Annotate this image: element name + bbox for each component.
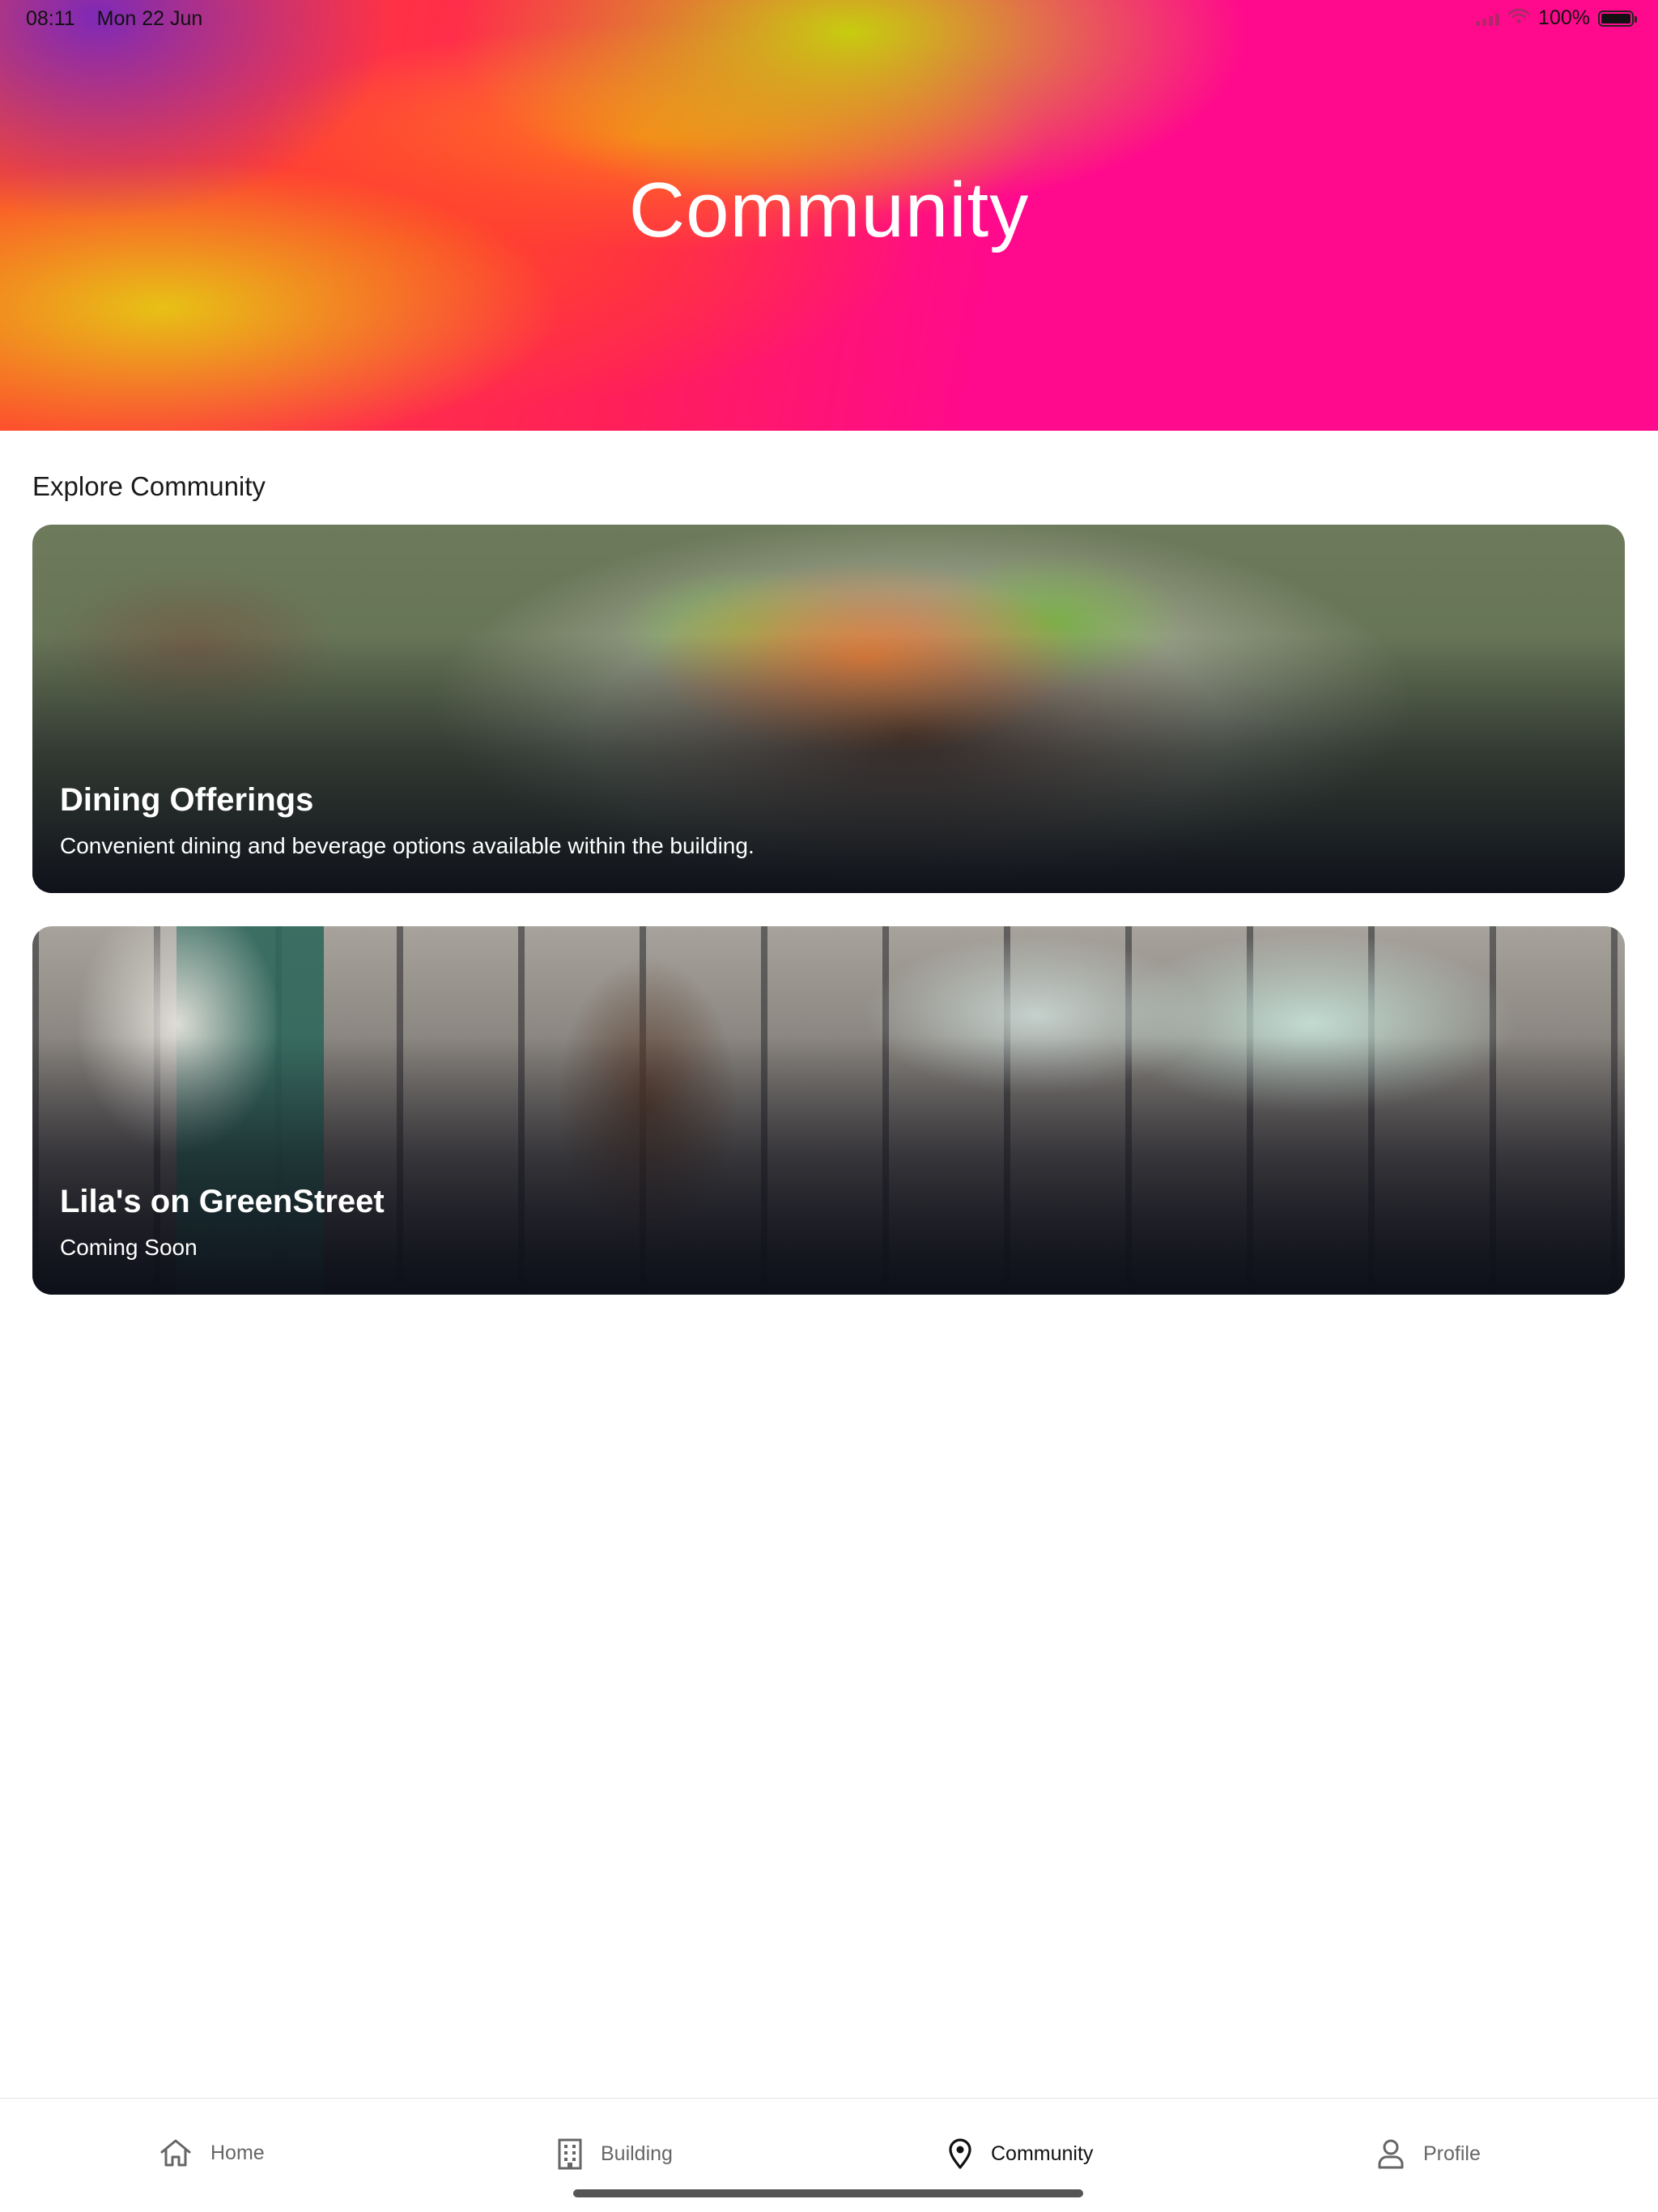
status-right: 100% [1476,6,1637,30]
tab-home[interactable]: Home [159,2138,265,2168]
battery-icon [1598,10,1637,27]
tab-label: Profile [1423,2142,1481,2165]
map-pin-icon [947,2138,973,2170]
person-icon [1376,2138,1405,2170]
page-title: Community [628,167,1030,253]
tab-label: Community [991,2142,1094,2165]
tab-label: Building [601,2142,673,2165]
card-text: Dining Offerings Convenient dining and b… [60,782,755,859]
status-bar: 08:11 Mon 22 Jun 100% [0,0,1658,39]
card-subtitle: Convenient dining and beverage options a… [60,833,755,858]
battery-percent: 100% [1538,6,1590,29]
tab-building[interactable]: Building [557,2138,673,2170]
section-title: Explore Community [32,471,266,501]
card-text: Lila's on GreenStreet Coming Soon [60,1184,385,1261]
dining-offerings-card[interactable]: Dining Offerings Convenient dining and b… [32,525,1625,893]
home-icon [159,2138,193,2168]
tab-community[interactable]: Community [947,2138,1093,2170]
tab-profile[interactable]: Profile [1376,2138,1481,2170]
community-screen: Community 08:11 Mon 22 Jun 100% Explore … [0,0,1658,2212]
card-subtitle: Coming Soon [60,1235,198,1260]
cellular-signal-icon [1476,11,1500,26]
status-left: 08:11 Mon 22 Jun [26,7,219,31]
status-date: Mon 22 Jun [96,7,203,30]
header-banner: Community [0,0,1658,431]
home-indicator[interactable] [573,2189,1083,2197]
building-icon [557,2138,583,2170]
status-time: 08:11 [26,7,75,30]
card-title: Dining Offerings [60,782,314,818]
tab-label: Home [210,2141,265,2164]
lilas-greenstreet-card[interactable]: Lila's on GreenStreet Coming Soon [32,926,1625,1295]
card-title: Lila's on GreenStreet [60,1184,385,1219]
wifi-icon [1507,6,1530,30]
